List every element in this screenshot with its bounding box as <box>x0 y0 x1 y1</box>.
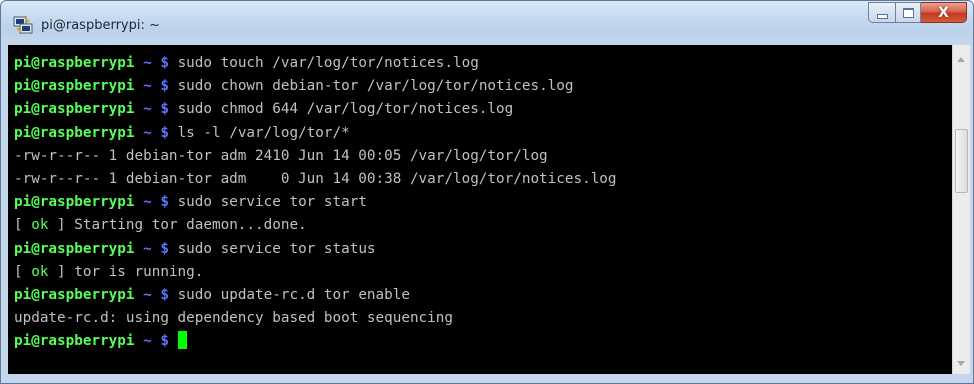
terminal-command-line: pi@raspberrypi ~ $ ls -l /var/log/tor/* <box>14 122 952 145</box>
putty-icon[interactable] <box>13 16 33 34</box>
status-ok-badge: ok <box>31 263 49 280</box>
command-text: sudo service tor status <box>177 240 376 257</box>
command-text: sudo service tor start <box>177 194 367 211</box>
terminal-command-line: pi@raspberrypi ~ $ sudo update-rc.d tor … <box>14 284 952 307</box>
prompt-path: ~ $ <box>134 101 178 118</box>
vertical-scrollbar[interactable] <box>952 45 970 374</box>
prompt-path: ~ $ <box>134 333 178 350</box>
prompt-user-host: pi@raspberrypi <box>14 124 135 141</box>
terminal-command-line: pi@raspberrypi ~ $ sudo chmod 644 /var/l… <box>14 98 952 121</box>
command-text: sudo touch /var/log/tor/notices.log <box>177 55 479 71</box>
maximize-button[interactable] <box>895 2 921 23</box>
prompt-user-host: pi@raspberrypi <box>14 286 135 303</box>
command-text: sudo chmod 644 /var/log/tor/notices.log <box>177 101 514 118</box>
status-message: tor is running. <box>74 263 204 280</box>
terminal-area[interactable]: pi@raspberrypi ~ $ sudo touch /var/log/t… <box>8 45 952 374</box>
status-message: Starting tor daemon...done. <box>74 217 307 234</box>
command-text: ls -l /var/log/tor/* <box>177 124 350 141</box>
prompt-path: ~ $ <box>134 78 178 95</box>
scroll-thumb[interactable] <box>955 129 968 193</box>
prompt-path: ~ $ <box>134 240 178 257</box>
terminal-status-line: [ ok ] Starting tor daemon...done. <box>14 217 307 234</box>
terminal-output-line: update-rc.d: using dependency based boot… <box>14 310 453 327</box>
caption-buttons: X <box>868 2 967 23</box>
minimize-button[interactable] <box>868 2 895 23</box>
minimize-icon <box>876 13 888 19</box>
prompt-user-host: pi@raspberrypi <box>14 240 135 257</box>
scroll-up-icon[interactable] <box>957 57 965 62</box>
terminal-cursor <box>177 331 187 350</box>
terminal-command-line: pi@raspberrypi ~ $ sudo touch /var/log/t… <box>14 52 952 75</box>
window-title: pi@raspberrypi: ~ <box>41 18 160 33</box>
window-bottom-border <box>1 374 973 383</box>
prompt-user-host: pi@raspberrypi <box>14 55 135 71</box>
prompt-path: ~ $ <box>134 286 178 303</box>
terminal-window: pi@raspberrypi: ~ X pi@raspberrypi ~ $ s… <box>0 0 974 384</box>
prompt-user-host: pi@raspberrypi <box>14 194 135 211</box>
terminal-status-line: [ ok ] tor is running. <box>14 263 204 280</box>
prompt-path: ~ $ <box>134 55 178 71</box>
command-text: sudo update-rc.d tor enable <box>177 286 410 303</box>
prompt-path: ~ $ <box>134 124 178 141</box>
maximize-icon <box>902 7 914 18</box>
prompt-path: ~ $ <box>134 194 178 211</box>
prompt-user-host: pi@raspberrypi <box>14 333 135 350</box>
close-icon: X <box>938 4 949 21</box>
close-button[interactable]: X <box>921 2 967 23</box>
terminal-command-line: pi@raspberrypi ~ $ sudo chown debian-tor… <box>14 75 952 98</box>
title-bar[interactable]: pi@raspberrypi: ~ X <box>1 1 973 45</box>
terminal-prompt-line: pi@raspberrypi ~ $ <box>14 330 952 353</box>
terminal-command-line: pi@raspberrypi ~ $ sudo service tor star… <box>14 191 952 214</box>
status-ok-badge: ok <box>31 217 49 234</box>
terminal-output-line: -rw-r--r-- 1 debian-tor adm 2410 Jun 14 … <box>14 147 548 164</box>
scroll-down-icon[interactable] <box>957 361 965 366</box>
terminal-command-line: pi@raspberrypi ~ $ sudo service tor stat… <box>14 238 952 261</box>
prompt-user-host: pi@raspberrypi <box>14 101 135 118</box>
terminal-output-line: -rw-r--r-- 1 debian-tor adm 0 Jun 14 00:… <box>14 170 617 187</box>
prompt-user-host: pi@raspberrypi <box>14 78 135 95</box>
command-text: sudo chown debian-tor /var/log/tor/notic… <box>177 78 574 95</box>
